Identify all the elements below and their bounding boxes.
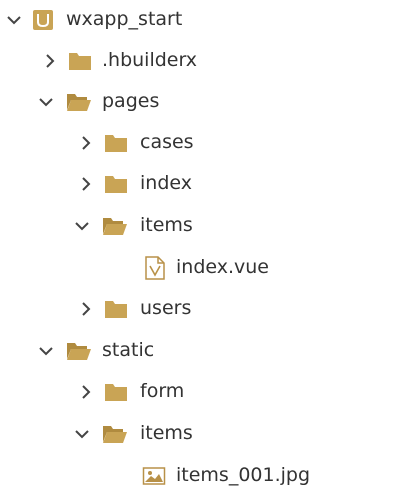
tree-item-label: .hbuilderx (102, 49, 198, 71)
tree-item-index-vue[interactable]: index.vue (0, 248, 420, 288)
tree-item-items-001-jpg[interactable]: items_001.jpg (0, 456, 420, 496)
tree-item-label: pages (102, 90, 160, 112)
tree-item-index[interactable]: index (0, 164, 420, 204)
folder-icon (68, 50, 91, 72)
tree-item-label: cases (140, 131, 194, 153)
vue-file-icon (144, 256, 166, 280)
chevron-right-icon[interactable] (76, 174, 96, 194)
folder-icon (104, 132, 127, 154)
folder-icon (104, 298, 127, 320)
tree-item-label: users (140, 297, 192, 319)
chevron-down-icon[interactable] (36, 341, 56, 361)
chevron-down-icon[interactable] (36, 92, 56, 112)
tree-item-label: form (140, 380, 185, 402)
folder-open-icon (102, 423, 127, 445)
image-file-icon (142, 466, 166, 488)
tree-item-label: items (140, 422, 193, 444)
chevron-down-icon[interactable] (72, 216, 92, 236)
chevron-right-icon[interactable] (76, 382, 96, 402)
chevron-down-icon[interactable] (72, 424, 92, 444)
chevron-right-icon[interactable] (40, 51, 60, 71)
tree-item-hbuilderx[interactable]: .hbuilderx (0, 41, 420, 81)
tree-item-label: items (140, 214, 193, 236)
tree-item-users[interactable]: users (0, 289, 420, 329)
tree-item-label: items_001.jpg (176, 464, 311, 486)
folder-open-icon (66, 340, 91, 362)
tree-item-label: index.vue (176, 256, 269, 278)
folder-icon (104, 173, 127, 195)
tree-item-form[interactable]: form (0, 372, 420, 412)
folder-open-icon (102, 215, 127, 237)
tree-item-wxapp-start[interactable]: wxapp_start (0, 0, 420, 40)
tree-item-items-static[interactable]: items (0, 414, 420, 454)
chevron-right-icon[interactable] (76, 299, 96, 319)
tree-item-pages[interactable]: pages (0, 82, 420, 122)
folder-icon (104, 381, 127, 403)
tree-item-label: wxapp_start (66, 8, 183, 30)
tree-item-items[interactable]: items (0, 206, 420, 246)
tree-item-cases[interactable]: cases (0, 123, 420, 163)
tree-item-static[interactable]: static (0, 331, 420, 371)
folder-open-icon (66, 91, 91, 113)
tree-item-label: index (140, 172, 192, 194)
file-explorer-tree: wxapp_start .hbuilderx pages cases index… (0, 0, 420, 500)
tree-item-label: static (102, 339, 155, 361)
project-icon (32, 9, 54, 31)
chevron-right-icon[interactable] (76, 133, 96, 153)
chevron-down-icon[interactable] (4, 10, 24, 30)
